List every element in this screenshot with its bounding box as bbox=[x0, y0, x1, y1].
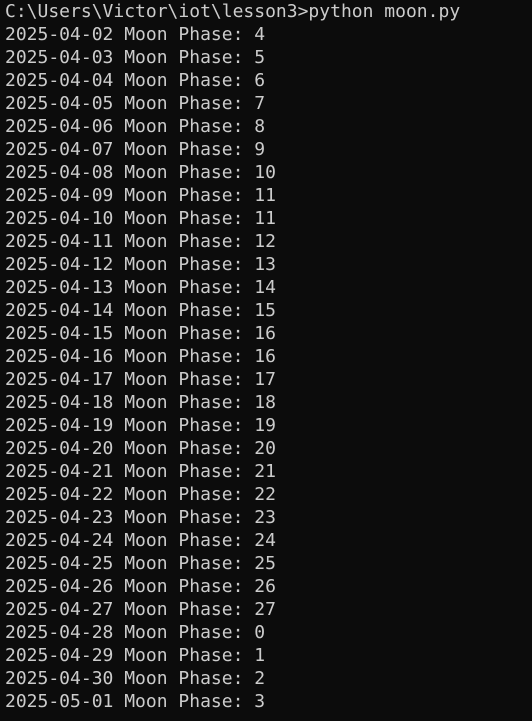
output-line: 2025-04-27 Moon Phase: 27 bbox=[5, 599, 276, 620]
output-line: 2025-04-14 Moon Phase: 15 bbox=[5, 300, 276, 321]
output-line: 2025-04-16 Moon Phase: 16 bbox=[5, 346, 276, 367]
output-line: 2025-04-15 Moon Phase: 16 bbox=[5, 323, 276, 344]
output-line: 2025-04-28 Moon Phase: 0 bbox=[5, 622, 266, 643]
output-line: 2025-04-23 Moon Phase: 23 bbox=[5, 507, 276, 528]
output-line: 2025-04-26 Moon Phase: 26 bbox=[5, 576, 276, 597]
output-line: 2025-04-18 Moon Phase: 18 bbox=[5, 392, 276, 413]
output-line: 2025-05-01 Moon Phase: 3 bbox=[5, 691, 266, 712]
output-line: 2025-04-30 Moon Phase: 2 bbox=[5, 668, 266, 689]
output-line: 2025-04-13 Moon Phase: 14 bbox=[5, 277, 276, 298]
output-line: 2025-04-25 Moon Phase: 25 bbox=[5, 553, 276, 574]
output-line: 2025-04-29 Moon Phase: 1 bbox=[5, 645, 266, 666]
output-line: 2025-04-17 Moon Phase: 17 bbox=[5, 369, 276, 390]
terminal-window[interactable]: C:\Users\Victor\iot\lesson3>python moon.… bbox=[0, 0, 532, 721]
output-line: 2025-04-12 Moon Phase: 13 bbox=[5, 254, 276, 275]
output-line: 2025-04-22 Moon Phase: 22 bbox=[5, 484, 276, 505]
output-line: 2025-04-06 Moon Phase: 8 bbox=[5, 116, 266, 137]
output-line: 2025-04-10 Moon Phase: 11 bbox=[5, 208, 276, 229]
output-line: 2025-04-08 Moon Phase: 10 bbox=[5, 162, 276, 183]
output-line: 2025-04-19 Moon Phase: 19 bbox=[5, 415, 276, 436]
command-prompt-line: C:\Users\Victor\iot\lesson3>python moon.… bbox=[5, 1, 461, 22]
output-line: 2025-04-24 Moon Phase: 24 bbox=[5, 530, 276, 551]
output-line: 2025-04-09 Moon Phase: 11 bbox=[5, 185, 276, 206]
output-line: 2025-04-03 Moon Phase: 5 bbox=[5, 47, 266, 68]
output-line: 2025-04-21 Moon Phase: 21 bbox=[5, 461, 276, 482]
output-line: 2025-04-05 Moon Phase: 7 bbox=[5, 93, 266, 114]
output-line: 2025-04-07 Moon Phase: 9 bbox=[5, 139, 266, 160]
output-line: 2025-04-20 Moon Phase: 20 bbox=[5, 438, 276, 459]
program-output: 2025-04-02 Moon Phase: 4 2025-04-03 Moon … bbox=[5, 23, 532, 713]
output-line: 2025-04-02 Moon Phase: 4 bbox=[5, 24, 266, 45]
output-line: 2025-04-04 Moon Phase: 6 bbox=[5, 70, 266, 91]
output-line: 2025-04-11 Moon Phase: 12 bbox=[5, 231, 276, 252]
